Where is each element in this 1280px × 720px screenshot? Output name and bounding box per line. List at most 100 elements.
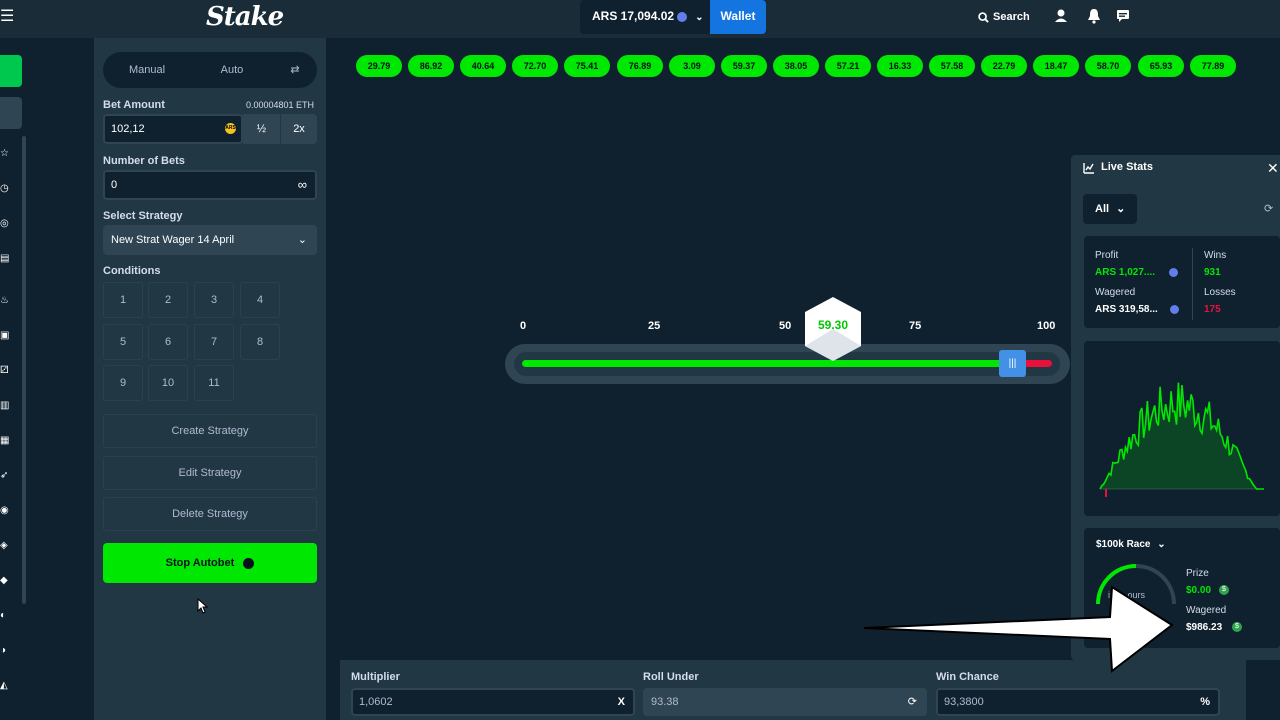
delete-strategy-button[interactable]: Delete Strategy xyxy=(103,497,317,531)
history-chip[interactable]: 40.64 xyxy=(460,55,506,77)
half-button[interactable]: ½ xyxy=(243,114,280,144)
profit-chart xyxy=(1084,341,1280,516)
history-chip[interactable]: 77.89 xyxy=(1190,55,1236,77)
history-chip[interactable]: 38.05 xyxy=(773,55,819,77)
condition-4[interactable]: 4 xyxy=(240,282,280,318)
stats-filter-value: All xyxy=(1095,203,1110,215)
history-chip[interactable]: 3.09 xyxy=(669,55,715,77)
reset-stats-icon[interactable]: ⟳ xyxy=(1264,202,1273,215)
close-icon[interactable]: ✕ xyxy=(1267,160,1279,177)
condition-9[interactable]: 9 xyxy=(103,365,143,401)
wins-value: 931 xyxy=(1204,267,1221,278)
star-icon[interactable]: ☆ xyxy=(0,149,10,159)
target-icon[interactable]: ◎ xyxy=(0,219,10,229)
tag-icon[interactable]: ◆ xyxy=(0,576,10,586)
search-button[interactable]: Search xyxy=(978,6,1030,28)
bell-icon[interactable] xyxy=(1087,8,1101,24)
coin-icon[interactable]: ◉ xyxy=(0,506,10,516)
profit-chart-svg xyxy=(1099,382,1264,497)
history-chip[interactable]: 72.70 xyxy=(512,55,558,77)
condition-1[interactable]: 1 xyxy=(103,282,143,318)
race-title-text: $100k Race xyxy=(1096,539,1151,550)
language-icon[interactable]: ◭ xyxy=(0,681,10,691)
tab-manual[interactable]: Manual xyxy=(107,56,187,84)
race-wagered-label: Wagered xyxy=(1186,605,1227,616)
tick-0: 0 xyxy=(520,320,527,332)
history-chip[interactable]: 58.70 xyxy=(1085,55,1131,77)
roll-under-input[interactable]: 93.38 ⟳ xyxy=(643,688,927,716)
swap-icon[interactable]: ⇄ xyxy=(279,56,311,84)
top-bar: ☰ Stake ARS 17,094.02 ⌄ Wallet Search xyxy=(0,0,1280,38)
support-icon[interactable]: ◑ xyxy=(0,646,10,656)
history-chip[interactable]: 57.21 xyxy=(825,55,871,77)
history-chip[interactable]: 16.33 xyxy=(877,55,923,77)
history-chip[interactable]: 86.92 xyxy=(408,55,454,77)
losses-label: Losses xyxy=(1204,287,1236,298)
user-icon[interactable] xyxy=(1054,8,1068,24)
losses-value: 175 xyxy=(1204,304,1221,315)
slots-icon[interactable]: ⚂ xyxy=(0,366,10,376)
drop-icon[interactable]: ◐ xyxy=(0,611,10,621)
roll-under-label: Roll Under xyxy=(643,671,699,683)
prize-value: $0.00 xyxy=(1186,585,1212,596)
history-chip[interactable]: 76.89 xyxy=(617,55,663,77)
slider-handle[interactable]: ||| xyxy=(999,350,1026,377)
condition-6[interactable]: 6 xyxy=(148,324,188,360)
history-chip[interactable]: 18.47 xyxy=(1033,55,1079,77)
pointer-arrow-overlay xyxy=(863,585,1174,673)
mouse-cursor-icon xyxy=(197,598,209,614)
eth-icon xyxy=(1170,305,1179,314)
condition-3[interactable]: 3 xyxy=(194,282,234,318)
gift-icon[interactable]: ▦ xyxy=(0,436,10,446)
balance-selector[interactable]: ARS 17,094.02 ⌄ xyxy=(580,0,710,34)
tab-auto[interactable]: Auto xyxy=(191,56,273,84)
clock-icon[interactable]: ◷ xyxy=(0,184,10,194)
history-chip[interactable]: 57.58 xyxy=(929,55,975,77)
condition-7[interactable]: 7 xyxy=(194,324,234,360)
shield-icon[interactable]: ◈ xyxy=(0,541,10,551)
infinity-icon[interactable]: ∞ xyxy=(298,172,307,198)
history-chip[interactable]: 65.93 xyxy=(1138,55,1184,77)
chat-icon[interactable] xyxy=(1116,8,1130,24)
condition-2[interactable]: 2 xyxy=(148,282,188,318)
condition-5[interactable]: 5 xyxy=(103,324,143,360)
stop-autobet-button[interactable]: Stop Autobet xyxy=(103,543,317,583)
balance-value: ARS 17,094.02 xyxy=(592,9,675,23)
live-icon[interactable]: ▥ xyxy=(0,401,10,411)
create-strategy-button[interactable]: Create Strategy xyxy=(103,414,317,448)
race-title[interactable]: $100k Race ⌄ xyxy=(1096,539,1166,550)
book-icon[interactable]: ▣ xyxy=(0,331,10,341)
win-chance-input[interactable]: 93,3800 % xyxy=(936,688,1220,716)
number-of-bets-input[interactable]: 0 ∞ xyxy=(103,170,317,200)
strategy-select[interactable]: New Strat Wager 14 April ⌄ xyxy=(103,225,317,255)
menu-icon[interactable]: ☰ xyxy=(0,8,14,26)
condition-11[interactable]: 11 xyxy=(194,365,234,401)
edit-strategy-button[interactable]: Edit Strategy xyxy=(103,456,317,490)
list-icon[interactable]: ▤ xyxy=(0,254,10,264)
history-chip[interactable]: 22.79 xyxy=(981,55,1027,77)
sports-nav-tile[interactable] xyxy=(0,97,22,129)
bet-amount-input[interactable]: 102,12 ARS xyxy=(103,114,243,144)
history-chip[interactable]: 59.37 xyxy=(721,55,767,77)
multiplier-input[interactable]: 1,0602 X xyxy=(351,688,635,716)
profit-value: ARS 1,027.... xyxy=(1095,267,1156,278)
stats-filter-select[interactable]: All ⌄ xyxy=(1083,194,1137,224)
usd-coin-icon: $ xyxy=(1219,585,1229,595)
condition-10[interactable]: 10 xyxy=(148,365,188,401)
history-chip[interactable]: 75.41 xyxy=(564,55,610,77)
double-button[interactable]: 2x xyxy=(281,114,317,144)
select-strategy-label: Select Strategy xyxy=(103,210,183,222)
history-chip[interactable]: 29.79 xyxy=(356,55,402,77)
casino-nav-tile[interactable] xyxy=(0,55,22,87)
fire-icon[interactable]: ♨ xyxy=(0,296,10,306)
refresh-icon[interactable]: ⟳ xyxy=(908,690,917,714)
stake-logo[interactable]: Stake xyxy=(206,2,284,32)
eth-icon xyxy=(1169,268,1178,277)
tick-100: 100 xyxy=(1037,320,1056,332)
wallet-button[interactable]: Wallet xyxy=(710,0,766,34)
rocket-icon[interactable]: ➶ xyxy=(0,471,10,481)
nav-scrollbar[interactable] xyxy=(22,136,26,604)
chevron-down-icon: ⌄ xyxy=(1157,539,1166,550)
number-of-bets-label: Number of Bets xyxy=(103,155,185,167)
condition-8[interactable]: 8 xyxy=(240,324,280,360)
